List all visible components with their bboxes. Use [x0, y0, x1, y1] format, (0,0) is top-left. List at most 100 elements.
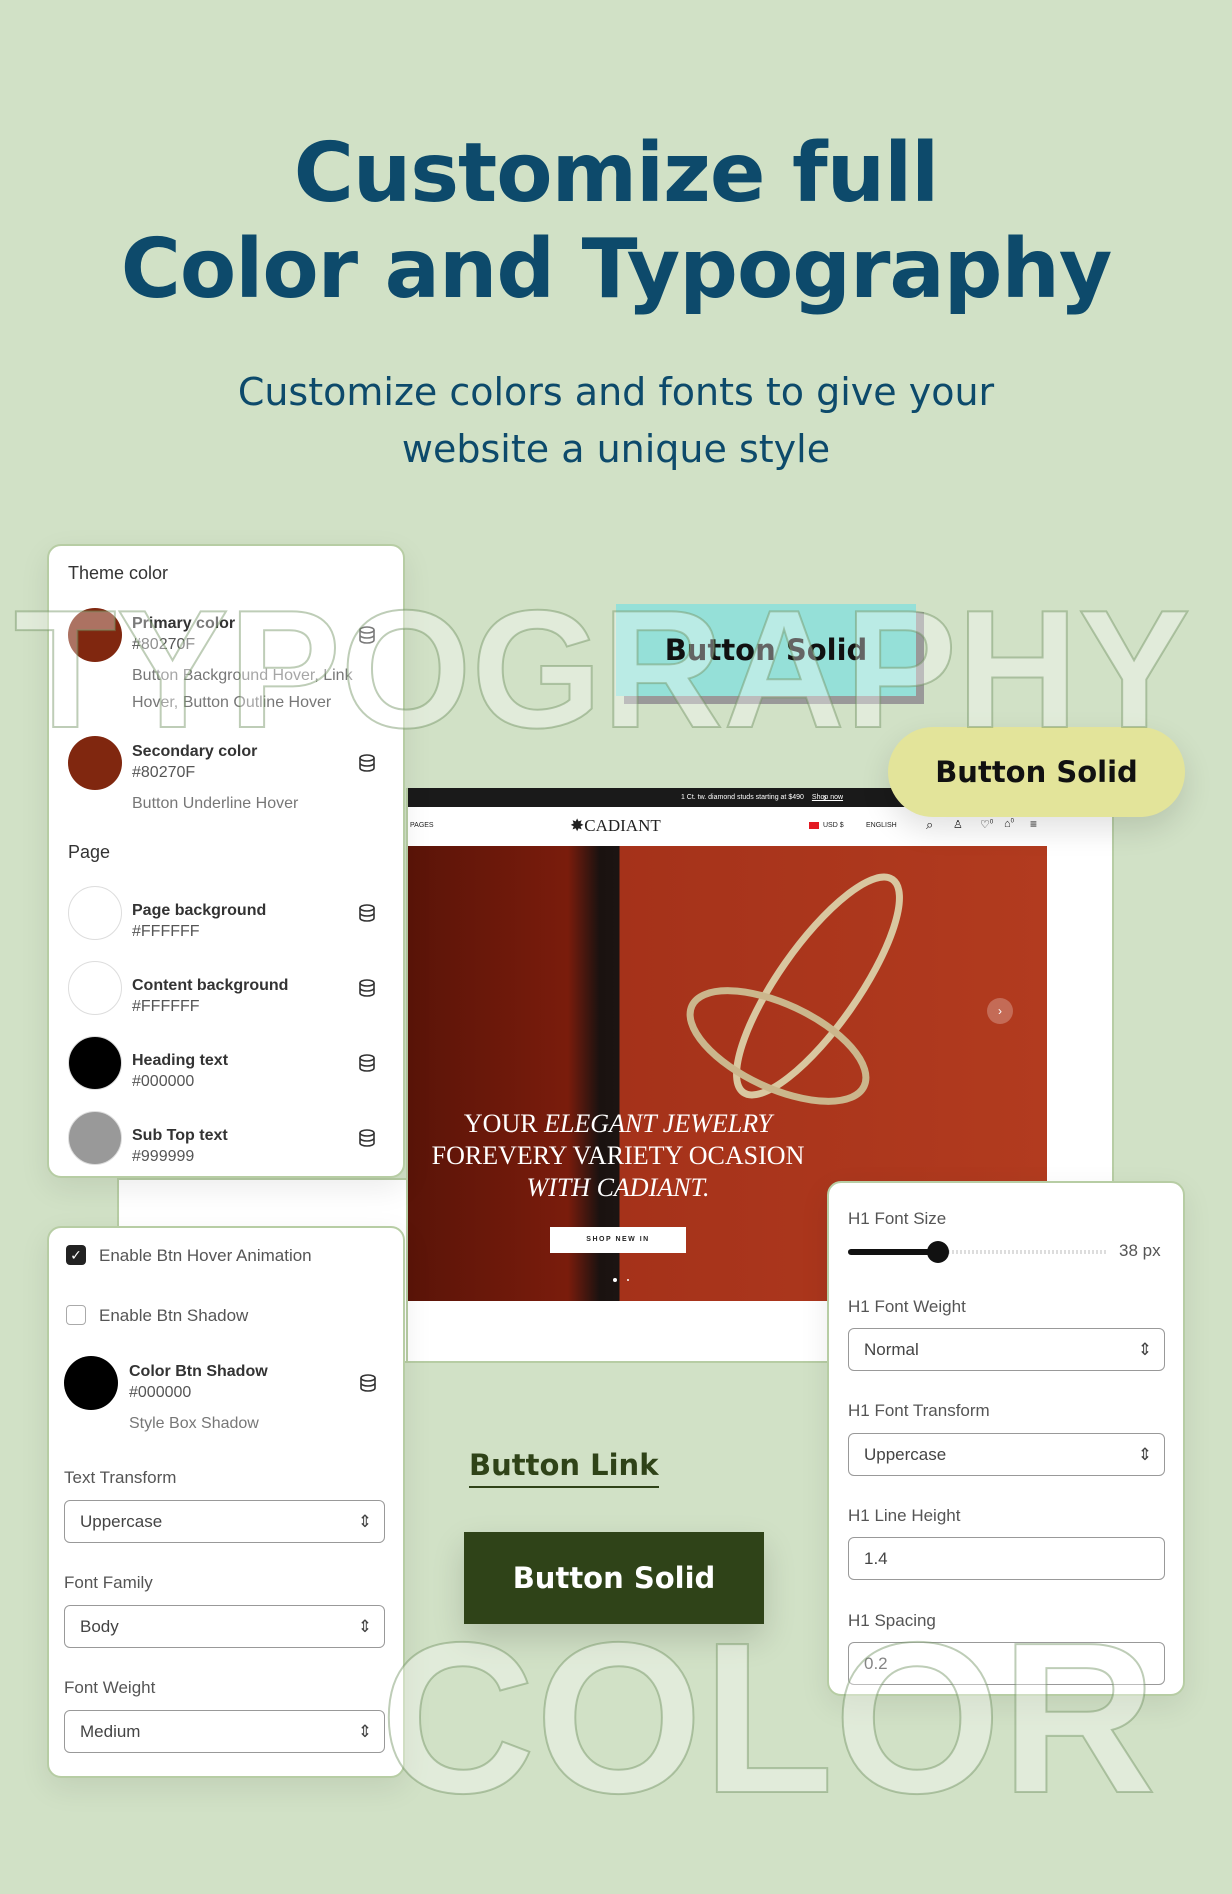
nav-pages[interactable]: PAGES [410, 822, 434, 829]
button-solid-teal[interactable]: Button Solid [616, 604, 916, 696]
color-label: Sub Top text [132, 1127, 228, 1144]
button-link[interactable]: Button Link [469, 1448, 659, 1488]
h1-typography-panel: H1 Font Size 38 px H1 Font Weight Normal… [827, 1181, 1185, 1696]
subtitle-line-1: Customize colors and fonts to give your [237, 370, 995, 414]
hero-line-3: WITH CADIANT. [526, 1173, 710, 1202]
search-icon[interactable]: ⌕ [926, 817, 933, 833]
hero-line-1a: YOUR [463, 1109, 545, 1138]
site-logo[interactable]: ✸CADIANT [570, 816, 661, 836]
hover-animation-label: Enable Btn Hover Animation [99, 1246, 312, 1265]
h1-spacing-label: H1 Spacing [848, 1611, 936, 1630]
hero-heading: YOUR ELEGANT JEWELRY FOREVERY VARIETY OC… [408, 1108, 828, 1204]
color-swatch[interactable] [68, 1111, 122, 1165]
slider-next-button[interactable]: › [987, 998, 1013, 1024]
h1-font-transform-label: H1 Font Transform [848, 1401, 990, 1420]
color-hex[interactable]: #000000 [132, 1073, 194, 1091]
h1-font-weight-select[interactable]: Normal ⇕ [848, 1328, 1165, 1371]
logo-text: CADIANT [584, 816, 661, 835]
shadow-style-label: Style Box Shadow [129, 1415, 259, 1432]
database-icon[interactable] [358, 1129, 376, 1147]
text-transform-select[interactable]: Uppercase ⇕ [64, 1500, 385, 1543]
slider-handle[interactable] [927, 1241, 950, 1263]
account-icon[interactable]: ♙ [953, 818, 963, 831]
h1-font-size-label: H1 Font Size [848, 1209, 947, 1228]
language-select[interactable]: ENGLISH [866, 822, 897, 829]
color-swatch[interactable] [68, 961, 122, 1015]
slider-fill [848, 1249, 939, 1255]
logo-icon: ✸ [570, 816, 585, 835]
cart-icon[interactable]: ⌂0 [1004, 818, 1014, 830]
font-size-slider[interactable] [848, 1241, 1106, 1263]
hero-line-1b: ELEGANT JEWELRY [544, 1109, 773, 1138]
secondary-color-swatch[interactable] [68, 736, 122, 790]
shop-new-in-button[interactable]: SHOP NEW IN [550, 1227, 686, 1253]
announcement-link[interactable]: Shop now [812, 794, 843, 801]
button-solid-dark[interactable]: Button Solid [464, 1532, 764, 1624]
slider-dot[interactable] [627, 1279, 629, 1281]
font-weight-select[interactable]: Medium ⇕ [64, 1710, 385, 1753]
wishlist-count: 0 [989, 819, 994, 826]
page-subtitle: Customize colors and fonts to give your w… [0, 364, 1232, 478]
slider-dot-active[interactable] [613, 1278, 617, 1282]
theme-color-heading: Theme color [68, 563, 169, 583]
shadow-color-hex[interactable]: #000000 [129, 1384, 191, 1402]
wishlist-icon[interactable]: ♡0 [980, 818, 993, 831]
color-swatch[interactable] [68, 1036, 122, 1090]
secondary-color-label: Secondary color [132, 743, 258, 760]
shadow-label: Enable Btn Shadow [99, 1306, 249, 1325]
database-icon[interactable] [358, 754, 376, 772]
h1-line-height-input[interactable]: 1.4 [848, 1537, 1165, 1580]
primary-color-swatch[interactable] [68, 608, 122, 662]
subtitle-line-2: website a unique style [401, 427, 831, 471]
color-label: Page background [132, 902, 267, 919]
chevron-updown-icon: ⇕ [1137, 1339, 1152, 1359]
chevron-updown-icon: ⇕ [357, 1616, 372, 1636]
shadow-color-label: Color Btn Shadow [129, 1363, 268, 1380]
color-label: Heading text [132, 1052, 229, 1069]
h1-line-height-label: H1 Line Height [848, 1506, 961, 1525]
text-transform-label: Text Transform [64, 1468, 177, 1487]
secondary-color-hex[interactable]: #80270F [132, 764, 195, 782]
primary-color-hex[interactable]: #80270F [132, 636, 195, 654]
h1-font-weight-label: H1 Font Weight [848, 1297, 966, 1316]
database-icon[interactable] [358, 904, 376, 922]
hero-line-2: FOREVERY VARIETY OCASION [431, 1141, 805, 1170]
color-swatch[interactable] [68, 886, 122, 940]
button-settings-panel: ✓ Enable Btn Hover Animation Enable Btn … [47, 1226, 405, 1778]
primary-color-desc: Button Background Hover, Link Hover, Butt… [132, 667, 353, 711]
color-label: Content background [132, 977, 289, 994]
theme-color-panel: Theme color Primary color #80270F Button… [47, 544, 405, 1178]
secondary-color-desc: Button Underline Hover [132, 795, 299, 812]
color-hex[interactable]: #FFFFFF [132, 923, 200, 941]
title-line-2: Color and Typography [120, 222, 1113, 317]
color-hex[interactable]: #FFFFFF [132, 998, 200, 1016]
database-icon[interactable] [359, 1374, 377, 1392]
shadow-color-swatch[interactable] [64, 1356, 118, 1410]
flag-icon [809, 822, 819, 829]
h1-font-transform-select[interactable]: Uppercase ⇕ [848, 1433, 1165, 1476]
h1-font-size-value: 38 px [1119, 1241, 1161, 1260]
primary-color-label: Primary color [132, 615, 236, 632]
font-family-select[interactable]: Body ⇕ [64, 1605, 385, 1648]
h1-spacing-input[interactable]: 0.2 [848, 1642, 1165, 1685]
currency-select[interactable]: USD $ [823, 822, 844, 829]
page-heading: Page [68, 842, 111, 862]
hover-animation-checkbox[interactable]: ✓ [66, 1245, 86, 1265]
chevron-updown-icon: ⇕ [357, 1721, 372, 1741]
cart-count: 0 [1010, 818, 1014, 825]
database-icon[interactable] [358, 1054, 376, 1072]
chevron-right-icon[interactable]: › [823, 792, 827, 804]
title-line-1: Customize full [293, 126, 940, 221]
announcement-text: 1 Ct. tw. diamond studs starting at $490 [680, 794, 804, 801]
font-weight-label: Font Weight [64, 1678, 156, 1697]
menu-icon[interactable]: ≡ [1030, 817, 1037, 831]
color-hex[interactable]: #999999 [132, 1148, 194, 1166]
chevron-updown-icon: ⇕ [357, 1511, 372, 1531]
chevron-updown-icon: ⇕ [1137, 1444, 1152, 1464]
page-title: Customize full Color and Typography [0, 126, 1232, 318]
button-solid-pill[interactable]: Button Solid [888, 727, 1185, 817]
database-icon[interactable] [358, 626, 376, 644]
font-family-label: Font Family [64, 1573, 153, 1592]
database-icon[interactable] [358, 979, 376, 997]
shadow-checkbox[interactable] [66, 1305, 86, 1325]
